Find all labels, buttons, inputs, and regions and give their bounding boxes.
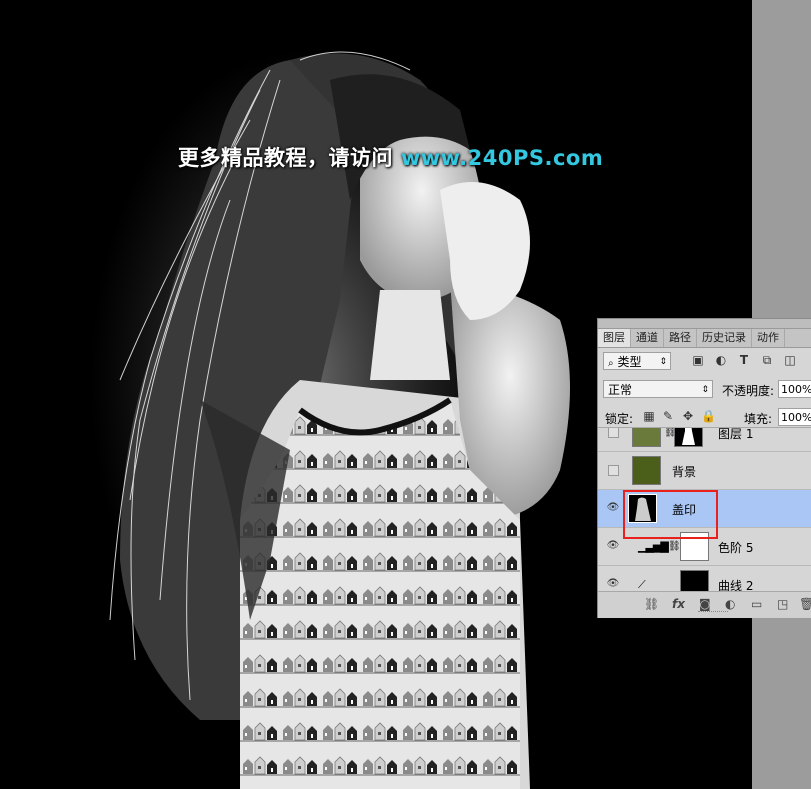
- tab-paths[interactable]: 路径: [664, 329, 697, 347]
- visibility-toggle[interactable]: [608, 428, 619, 438]
- watermark-cn: 更多精品教程，请访问: [178, 146, 393, 170]
- link-layers-icon[interactable]: ⛓: [644, 597, 659, 611]
- tab-actions[interactable]: 动作: [752, 329, 785, 347]
- layers-panel: 图层 通道 路径 历史记录 动作 ⌕ 类型 ⇕ ▣ ◐ T ⧉ ◫ 正常 ⇕ 不…: [597, 318, 811, 618]
- fx-icon[interactable]: fx: [672, 597, 685, 611]
- watermark-text: 更多精品教程，请访问 www.240PS.com: [178, 142, 603, 172]
- lock-position-icon[interactable]: ✥: [681, 409, 695, 423]
- adjustment-filter-icon[interactable]: ◐: [714, 353, 728, 367]
- filter-row: ⌕ 类型 ⇕ ▣ ◐ T ⧉ ◫: [598, 348, 811, 376]
- lock-label: 锁定:: [605, 412, 634, 426]
- tab-history[interactable]: 历史记录: [697, 329, 752, 347]
- filter-kind-label: 类型: [617, 355, 642, 369]
- panel-tabs: 图层 通道 路径 历史记录 动作: [598, 329, 811, 348]
- fill-label: 填充:: [744, 412, 773, 426]
- resize-grip[interactable]: [698, 611, 728, 615]
- curves-adjustment-icon: ⟋: [638, 578, 646, 591]
- panel-grip[interactable]: [598, 319, 811, 329]
- blend-row: 正常 ⇕ 不透明度: 100%: [598, 376, 811, 404]
- blend-mode-label: 正常: [608, 383, 633, 397]
- visibility-toggle[interactable]: [608, 465, 619, 476]
- type-filter-icon[interactable]: T: [737, 353, 751, 367]
- layer-thumbnail: [632, 428, 661, 447]
- opacity-label: 不透明度:: [722, 384, 775, 398]
- link-icon: ⛓: [668, 541, 681, 552]
- eye-icon[interactable]: 👁: [606, 578, 620, 590]
- layer-name[interactable]: 背景: [672, 463, 696, 480]
- layer-thumbnail: [632, 456, 661, 485]
- levels-adjustment-icon: ▁▃▅▇: [638, 540, 669, 553]
- highlight-box: [623, 490, 718, 539]
- layer-row-curves2[interactable]: 👁 ⟋ 曲线 2: [598, 566, 811, 592]
- layer-mask-thumbnail[interactable]: [674, 428, 703, 447]
- fill-input[interactable]: 100%: [778, 408, 811, 426]
- tab-channels[interactable]: 通道: [631, 329, 664, 347]
- image-filter-icon[interactable]: ▣: [691, 353, 705, 367]
- shape-filter-icon[interactable]: ⧉: [760, 353, 774, 367]
- layer-name[interactable]: 曲线 2: [718, 577, 753, 592]
- layer-name[interactable]: 图层 1: [718, 428, 753, 442]
- lock-all-icon[interactable]: 🔒: [701, 409, 716, 423]
- new-layer-icon[interactable]: ◳: [777, 597, 788, 611]
- new-group-icon[interactable]: ▭: [751, 597, 762, 611]
- new-adjustment-icon[interactable]: ◐: [725, 597, 735, 611]
- opacity-input[interactable]: 100%: [778, 380, 811, 398]
- lock-transparent-icon[interactable]: ▦: [642, 409, 656, 423]
- layer-row-layer1[interactable]: ⛓ 图层 1: [598, 428, 811, 452]
- delete-layer-icon[interactable]: 🗑: [799, 597, 811, 611]
- add-mask-icon[interactable]: ◙: [699, 597, 711, 611]
- smart-object-filter-icon[interactable]: ◫: [783, 353, 797, 367]
- blend-mode-dropdown[interactable]: 正常 ⇕: [603, 380, 713, 398]
- layer-mask-thumbnail[interactable]: [680, 570, 709, 592]
- tab-layers[interactable]: 图层: [598, 329, 631, 347]
- panel-footer: ⛓ fx ◙ ◐ ▭ ◳ 🗑: [598, 591, 811, 618]
- search-icon: ⌕: [608, 358, 614, 369]
- layer-name[interactable]: 色阶 5: [718, 539, 753, 556]
- eye-icon[interactable]: 👁: [606, 540, 620, 552]
- chevron-updown-icon: ⇕: [659, 357, 667, 367]
- eye-icon[interactable]: 👁: [606, 502, 620, 514]
- layer-row-background[interactable]: 背景: [598, 452, 811, 490]
- lock-paint-icon[interactable]: ✎: [661, 409, 675, 423]
- filter-kind-dropdown[interactable]: ⌕ 类型 ⇕: [603, 352, 671, 370]
- watermark-url: www.240PS.com: [400, 146, 604, 170]
- chevron-updown-icon: ⇕: [701, 385, 709, 395]
